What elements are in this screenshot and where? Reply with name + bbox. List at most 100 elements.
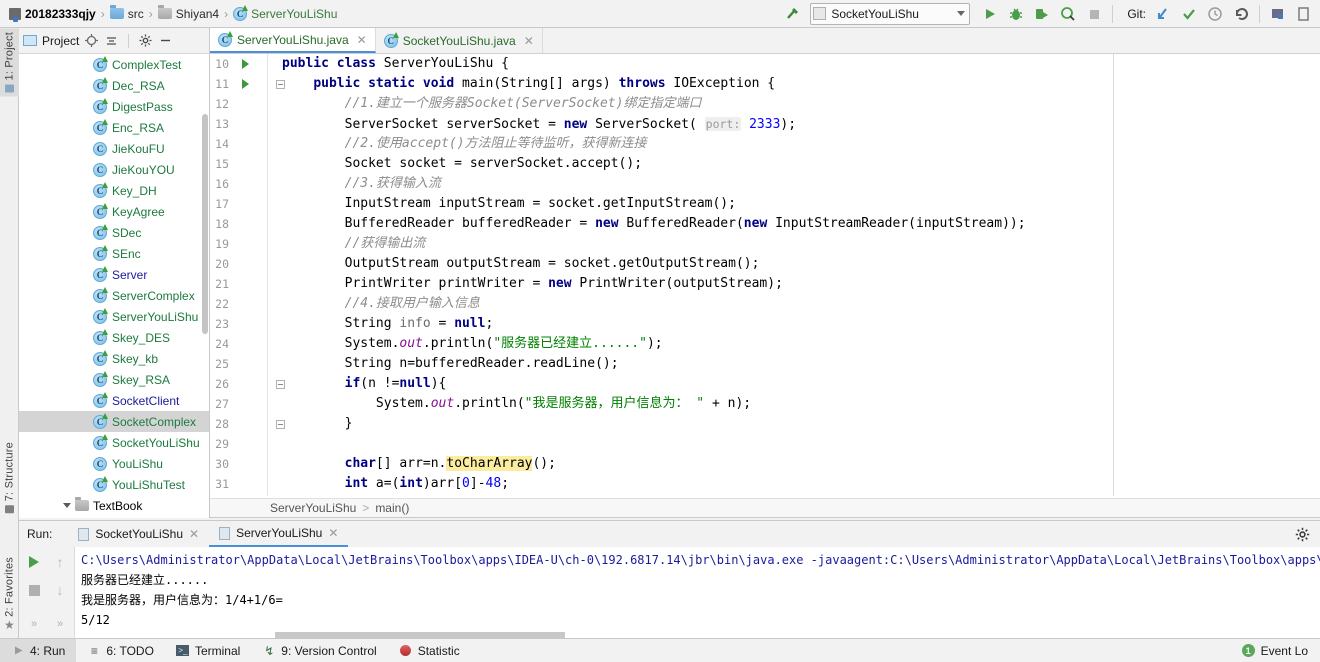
tree-item[interactable]: C JieKouYOU [19, 159, 209, 180]
tree-item[interactable]: C Skey_DES [19, 327, 209, 348]
gutter-line[interactable]: 11 [210, 74, 285, 94]
stop-button[interactable] [1082, 2, 1106, 26]
tree-item[interactable]: C ServerComplex [19, 285, 209, 306]
tab-socketyoulishu[interactable]: C SocketYouLiShu.java ✕ [376, 28, 543, 53]
run-tab-socketyoulishu[interactable]: SocketYouLiShu ✕ [68, 521, 209, 547]
tree-item[interactable]: C ComplexTest [19, 54, 209, 75]
locate-icon[interactable] [84, 33, 99, 48]
event-log-label[interactable]: Event Lo [1261, 644, 1308, 658]
status-item-statistic[interactable]: Statistic [388, 639, 471, 662]
gutter-line[interactable]: 12 [210, 94, 267, 114]
run-gutter-icon[interactable] [242, 79, 249, 89]
breadcrumb-item-project[interactable]: 20182333qjy [6, 3, 99, 25]
breadcrumb-method[interactable]: main() [375, 501, 409, 515]
rollback-icon[interactable] [1229, 2, 1253, 26]
chevron-down-icon [957, 11, 966, 16]
tree-item[interactable]: C Key_DH [19, 180, 209, 201]
tree-item[interactable]: C SocketClient [19, 390, 209, 411]
status-item-run[interactable]: 4: Run [0, 638, 77, 662]
gutter-line[interactable]: 13 [210, 114, 267, 134]
tree-item[interactable]: C Server [19, 264, 209, 285]
stop-process-button[interactable] [23, 579, 45, 601]
gutter-line[interactable]: 23 [210, 314, 267, 334]
gutter-line[interactable]: 27 [210, 394, 267, 414]
update-project-icon[interactable] [1151, 2, 1175, 26]
build-hammer-icon[interactable] [780, 2, 804, 26]
tree-scrollbar[interactable] [202, 114, 208, 334]
run-configuration-selector[interactable]: SocketYouLiShu [810, 2, 971, 25]
down-arrow-icon[interactable]: ↓ [49, 579, 71, 601]
breadcrumb-item-src[interactable]: src [107, 3, 147, 25]
gutter-line[interactable]: 22 [210, 294, 267, 314]
editor-gutter[interactable]: 10 11 12 13 14 15 16 17 18 19 20 21 22 23 24 25 26 27 28 29… [210, 54, 285, 496]
sidebar-item-structure[interactable]: 7: Structure [0, 438, 19, 517]
gutter-line[interactable]: 30 [210, 454, 267, 474]
gutter-line[interactable]: 17 [210, 194, 267, 214]
sidebar-item-project[interactable]: 1: Project [0, 28, 19, 97]
tree-item[interactable]: C JieKouFU [19, 138, 209, 159]
tree-item[interactable]: C YouLiShu [19, 453, 209, 474]
gutter-line[interactable]: 19 [210, 234, 267, 254]
history-clock-icon[interactable] [1203, 2, 1227, 26]
tree-item[interactable]: C ServerYouLiShu [19, 306, 209, 327]
settings-icon[interactable] [1292, 2, 1316, 26]
commit-check-icon[interactable] [1177, 2, 1201, 26]
tree-item[interactable]: C KeyAgree [19, 201, 209, 222]
breadcrumb-label: 20182333qjy [25, 6, 96, 21]
close-icon[interactable]: ✕ [189, 527, 199, 541]
run-with-coverage-button[interactable] [1030, 2, 1054, 26]
collapse-all-icon[interactable] [104, 33, 119, 48]
gutter-line[interactable]: 16 [210, 174, 267, 194]
gutter-line[interactable]: 14 [210, 134, 267, 154]
gutter-line[interactable]: 28 [210, 414, 285, 434]
gear-icon[interactable] [138, 33, 153, 48]
tree-item[interactable]: C Skey_kb [19, 348, 209, 369]
tree-item[interactable]: C SocketYouLiShu [19, 432, 209, 453]
status-item-todo[interactable]: ≡ 6: TODO [76, 639, 165, 662]
breadcrumb-item-package[interactable]: Shiyan4 [155, 3, 222, 25]
gutter-line[interactable]: 26 [210, 374, 285, 394]
gutter-line[interactable]: 21 [210, 274, 267, 294]
breadcrumb-class[interactable]: ServerYouLiShu [270, 501, 356, 515]
breadcrumb-item-class[interactable]: C ServerYouLiShu [230, 3, 340, 25]
gear-icon[interactable] [1294, 526, 1310, 542]
tree-item[interactable]: C SDec [19, 222, 209, 243]
gutter-line[interactable]: 29 [210, 434, 267, 454]
tab-serveryoulishu[interactable]: C ServerYouLiShu.java ✕ [210, 28, 376, 53]
tree-item[interactable]: C DigestPass [19, 96, 209, 117]
project-tree[interactable]: C ComplexTest C Dec_RSA C DigestPass C Enc_RSA C… [19, 54, 209, 517]
expand-toolbar-icon-2[interactable]: » [49, 613, 71, 635]
gutter-line[interactable]: 18 [210, 214, 267, 234]
search-everywhere-icon[interactable] [1266, 2, 1290, 26]
up-arrow-icon[interactable]: ↑ [49, 551, 71, 573]
hide-panel-icon[interactable] [158, 33, 173, 48]
expand-toolbar-icon[interactable]: » [23, 613, 45, 635]
run-button[interactable] [978, 2, 1002, 26]
run-tab-serveryoulishu[interactable]: ServerYouLiShu ✕ [209, 521, 349, 547]
tree-item[interactable]: C YouLiShuTest [19, 474, 209, 495]
tree-item[interactable]: C SEnc [19, 243, 209, 264]
tree-item[interactable]: C SocketComplex [19, 411, 209, 432]
gutter-line[interactable]: 25 [210, 354, 267, 374]
status-item-terminal[interactable]: >_ Terminal [165, 639, 251, 662]
close-icon[interactable]: ✕ [357, 33, 367, 47]
tree-item[interactable]: C Dec_RSA [19, 75, 209, 96]
sidebar-item-favorites[interactable]: 2: Favorites [0, 553, 19, 621]
status-item-version-control[interactable]: ↯ 9: Version Control [251, 639, 387, 662]
close-icon[interactable]: ✕ [524, 34, 534, 48]
gutter-line[interactable]: 31 [210, 474, 267, 494]
console-output[interactable]: C:\Users\Administrator\AppData\Local\Jet… [75, 547, 1320, 639]
profiler-button[interactable] [1056, 2, 1080, 26]
tree-item[interactable]: C Skey_RSA [19, 369, 209, 390]
tree-item[interactable]: C Enc_RSA [19, 117, 209, 138]
run-gutter-icon[interactable] [242, 59, 249, 69]
close-icon[interactable]: ✕ [328, 526, 338, 540]
gutter-line[interactable]: 20 [210, 254, 267, 274]
code-editor[interactable]: 10 11 12 13 14 15 16 17 18 19 20 21 22 23 24 25 26 27 28 29… [210, 54, 1320, 496]
gutter-line[interactable]: 10 [210, 54, 267, 74]
debug-button[interactable] [1004, 2, 1028, 26]
gutter-line[interactable]: 24 [210, 334, 267, 354]
tree-item-textbook[interactable]: TextBook [19, 495, 209, 516]
gutter-line[interactable]: 15 [210, 154, 267, 174]
rerun-button[interactable] [23, 551, 45, 573]
